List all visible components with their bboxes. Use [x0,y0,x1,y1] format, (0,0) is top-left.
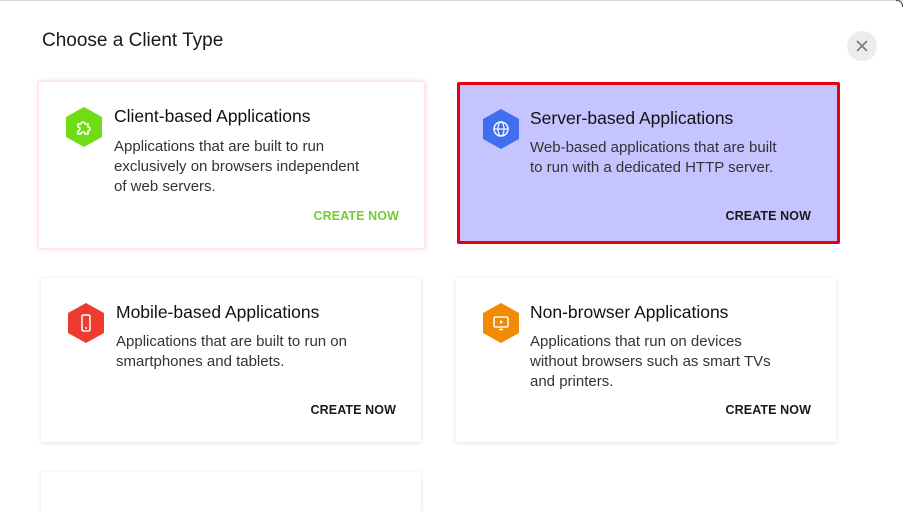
dialog-title: Choose a Client Type [42,30,224,51]
smartphone-icon [68,303,104,343]
card-description: Web-based applications that are built to… [530,139,777,176]
card-description: Applications that are built to run exclu… [114,138,360,195]
create-now-button[interactable]: CREATE NOW [314,209,400,223]
create-now-button[interactable]: CREATE NOW [311,403,397,417]
card-title: Client-based Applications [114,106,311,126]
card-title: Server-based Applications [530,108,734,128]
mobile-based-card[interactable]: Mobile-based Applications Applications t… [41,278,421,442]
card-title: Non-browser Applications [530,302,729,322]
next-card-partial[interactable] [41,472,421,512]
close-icon [856,40,868,52]
tv-icon [483,303,519,343]
card-description: Applications that run on devices without… [530,333,771,390]
create-now-button[interactable]: CREATE NOW [726,209,812,223]
create-now-button[interactable]: CREATE NOW [726,403,812,417]
globe-icon [483,109,519,149]
non-browser-card[interactable]: Non-browser Applications Applications th… [456,278,836,442]
server-based-card[interactable]: Server-based Applications Web-based appl… [457,82,840,244]
window-corner [896,0,903,7]
client-based-card[interactable]: Client-based Applications Applications t… [38,81,425,249]
card-title: Mobile-based Applications [116,302,320,322]
close-button[interactable] [847,31,877,61]
card-description: Applications that are built to run on sm… [116,333,347,370]
puzzle-icon [66,107,102,147]
top-border [0,0,903,1]
